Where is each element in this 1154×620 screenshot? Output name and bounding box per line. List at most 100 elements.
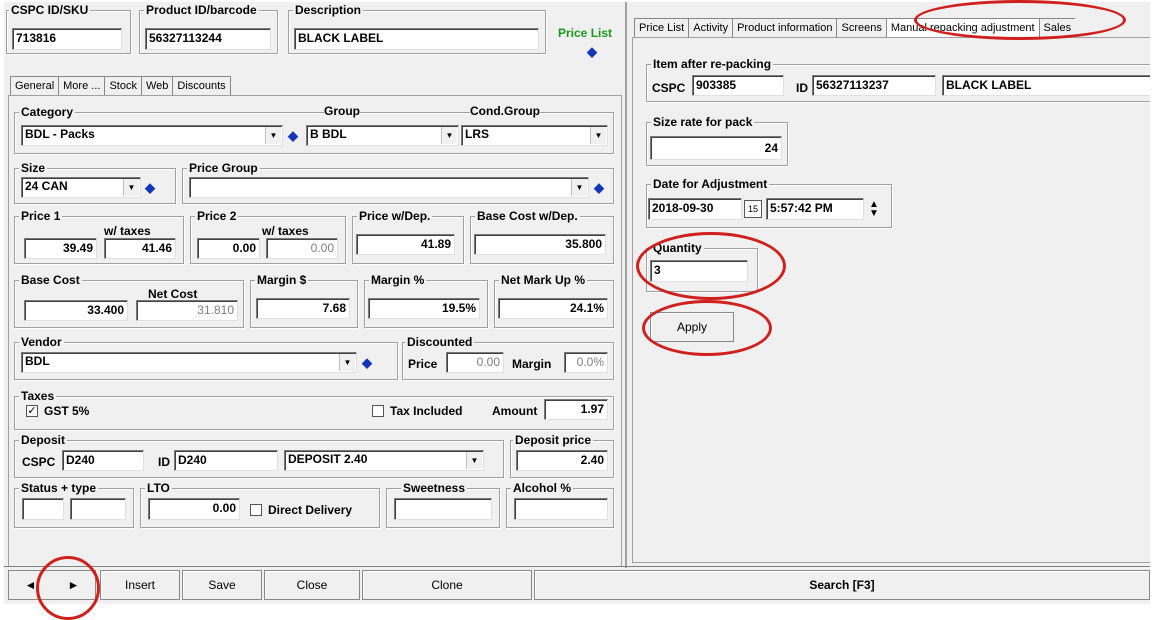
tab-activity[interactable]: Activity	[689, 19, 734, 37]
sweetness-label: Sweetness	[401, 481, 468, 495]
margin-pct-label: Margin %	[369, 273, 427, 287]
repack-cspc-input[interactable]: 903385	[692, 75, 784, 96]
deposit-cspc-input[interactable]: D240	[62, 450, 144, 471]
tax-amount-label: Amount	[492, 404, 538, 418]
save-button[interactable]: Save	[182, 570, 262, 600]
deposit-select[interactable]: DEPOSIT 2.40 ▼	[284, 450, 484, 471]
price-list-link[interactable]: Price List	[558, 26, 612, 40]
base-cost-input[interactable]: 33.400	[24, 300, 128, 321]
tab-more[interactable]: More ...	[59, 77, 106, 95]
direct-delivery-label: Direct Delivery	[268, 503, 353, 517]
barcode-label: Product ID/barcode	[144, 3, 259, 17]
price-dep-label: Price w/Dep.	[357, 209, 433, 223]
panel-splitter[interactable]	[625, 2, 627, 568]
chevron-down-icon[interactable]: ▼	[123, 179, 139, 196]
repack-cspc-label: CSPC	[652, 81, 686, 95]
margin-pct-input[interactable]: 19.5%	[368, 298, 480, 319]
product-window: CSPC ID/SKU 713816 Product ID/barcode 56…	[4, 2, 1150, 604]
tab-sales[interactable]: Sales	[1040, 19, 1076, 37]
quantity-input[interactable]: 3	[650, 260, 748, 282]
chevron-down-icon[interactable]: ▼	[441, 127, 457, 144]
time-spinner-icon[interactable]: ▲ ▼	[866, 200, 882, 219]
price-dep-input[interactable]: 41.89	[356, 234, 455, 255]
next-record-icon[interactable]: ►	[68, 578, 80, 592]
tab-price-list[interactable]: Price List	[635, 19, 690, 37]
vendor-select[interactable]: BDL ▼	[21, 352, 357, 373]
chevron-down-icon[interactable]: ▼	[339, 354, 355, 371]
record-navigator: ◄ ►	[8, 570, 96, 600]
tab-product-information[interactable]: Product information	[733, 19, 838, 37]
price2-label: Price 2	[195, 209, 239, 223]
cond-group-label: Cond.Group	[470, 104, 540, 118]
gst-label: GST 5%	[44, 404, 90, 418]
chevron-down-icon[interactable]: ▼	[265, 127, 281, 144]
chevron-down-icon[interactable]: ▼	[590, 127, 606, 144]
apply-button[interactable]: Apply	[650, 312, 734, 342]
deposit-label: Deposit	[19, 433, 68, 447]
size-select[interactable]: 24 CAN ▼	[21, 177, 141, 198]
price1-label: Price 1	[19, 209, 63, 223]
barcode-input[interactable]: 56327113244	[145, 28, 271, 50]
calendar-icon[interactable]: 15	[744, 200, 762, 218]
tab-general[interactable]: General	[11, 77, 60, 95]
deposit-price-label: Deposit price	[513, 433, 594, 447]
close-button[interactable]: Close	[264, 570, 360, 600]
tab-manual-repacking-adjustment[interactable]: Manual repacking adjustment	[886, 19, 1040, 37]
direct-delivery-checkbox[interactable]	[250, 504, 262, 516]
previous-record-icon[interactable]: ◄	[25, 578, 37, 592]
category-select[interactable]: BDL - Packs ▼	[21, 125, 283, 146]
date-input[interactable]: 2018-09-30	[648, 198, 742, 220]
price-group-select[interactable]: ▼	[189, 177, 589, 198]
type-input[interactable]	[70, 498, 126, 520]
status-input[interactable]	[22, 498, 64, 520]
repack-name-input[interactable]: BLACK LABEL	[942, 75, 1150, 96]
discounted-margin-label: Margin	[512, 357, 552, 371]
sku-input[interactable]: 713816	[12, 28, 122, 50]
date-adjustment-label: Date for Adjustment	[651, 177, 770, 191]
description-label: Description	[293, 3, 364, 17]
alcohol-input[interactable]	[514, 498, 608, 520]
size-rate-input[interactable]: 24	[650, 136, 782, 160]
deposit-id-input[interactable]: D240	[174, 450, 278, 471]
left-tab-strip: General More ... Stock Web Discounts	[10, 76, 231, 95]
item-after-repacking-label: Item after re-packing	[651, 57, 774, 71]
sku-label: CSPC ID/SKU	[9, 3, 91, 17]
tax-included-checkbox[interactable]	[372, 405, 384, 417]
gst-checkbox[interactable]: ✓	[26, 405, 38, 417]
tab-web[interactable]: Web	[142, 77, 174, 95]
chevron-down-icon[interactable]: ▼	[466, 452, 482, 469]
insert-button[interactable]: Insert	[100, 570, 180, 600]
sweetness-input[interactable]	[394, 498, 492, 520]
size-edit-icon[interactable]: ◆	[145, 181, 157, 194]
size-label: Size	[19, 161, 48, 175]
price1-tax-input[interactable]: 41.46	[104, 238, 176, 259]
price-group-edit-icon[interactable]: ◆	[594, 181, 606, 194]
tab-stock[interactable]: Stock	[105, 77, 142, 95]
tab-discounts[interactable]: Discounts	[173, 77, 231, 95]
category-edit-icon[interactable]: ◆	[288, 129, 300, 142]
vendor-edit-icon[interactable]: ◆	[362, 356, 374, 369]
price1-input[interactable]: 39.49	[24, 238, 97, 259]
eraser-icon[interactable]: ◆	[587, 45, 599, 58]
tax-included-label: Tax Included	[390, 404, 463, 418]
tax-amount-input[interactable]: 1.97	[544, 399, 608, 420]
group-select[interactable]: B BDL ▼	[306, 125, 459, 146]
taxes-label: Taxes	[19, 389, 57, 403]
base-cost-dep-input[interactable]: 35.800	[474, 234, 606, 255]
net-cost-input: 31.810	[136, 300, 238, 321]
lto-input[interactable]: 0.00	[148, 498, 240, 520]
clone-button[interactable]: Clone	[362, 570, 532, 600]
search-button[interactable]: Search [F3]	[534, 570, 1150, 600]
chevron-down-icon[interactable]: ▼	[571, 179, 587, 196]
deposit-price-input[interactable]: 2.40	[516, 450, 608, 471]
time-input[interactable]: 5:57:42 PM	[766, 198, 864, 220]
right-tab-strip: Price List Activity Product information …	[634, 18, 1076, 37]
repack-id-input[interactable]: 56327113237	[812, 75, 936, 96]
cond-group-select[interactable]: LRS ▼	[461, 125, 608, 146]
markup-input[interactable]: 24.1%	[498, 298, 608, 319]
description-input[interactable]: BLACK LABEL	[294, 28, 539, 50]
price2-input[interactable]: 0.00	[197, 238, 260, 259]
margin-input[interactable]: 7.68	[256, 298, 350, 319]
size-rate-label: Size rate for pack	[651, 115, 755, 129]
tab-screens[interactable]: Screens	[837, 19, 887, 37]
